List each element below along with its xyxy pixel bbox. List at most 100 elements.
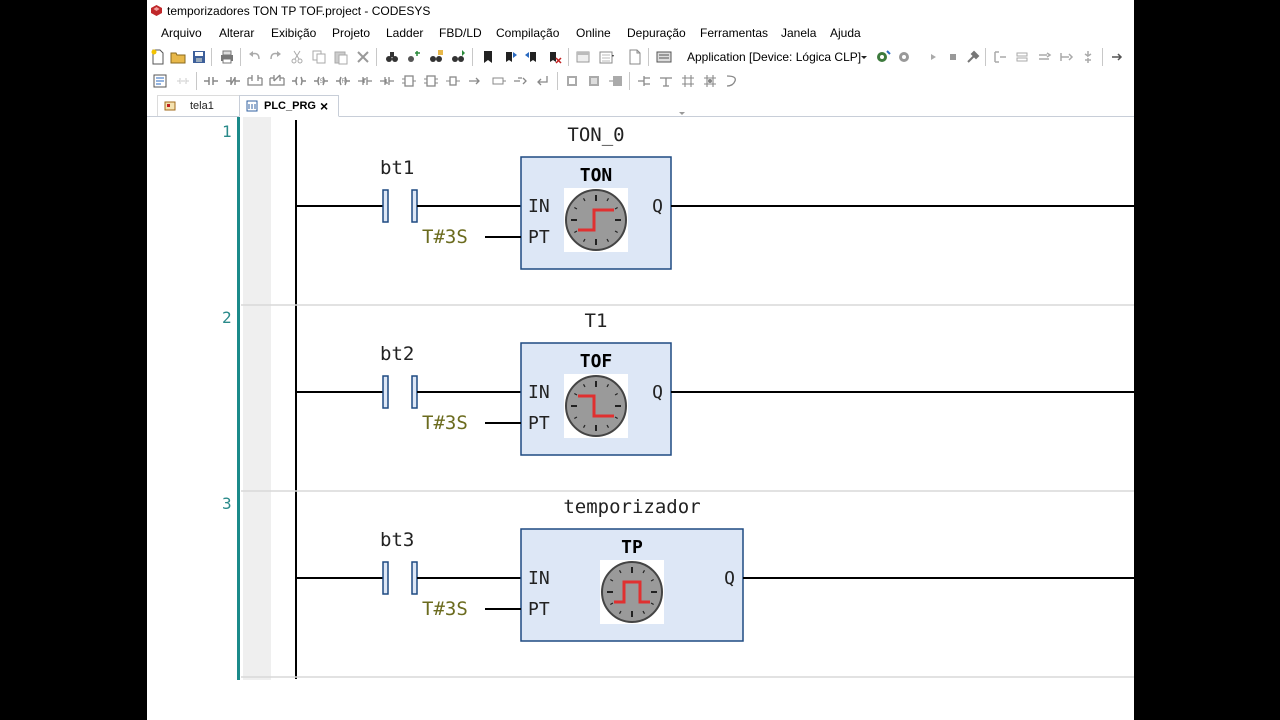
step-over-icon[interactable] bbox=[992, 49, 1008, 65]
insert-object-icon[interactable] bbox=[599, 49, 615, 65]
previous-bookmark-icon[interactable] bbox=[524, 49, 540, 65]
insert-parallel-negated-icon[interactable] bbox=[269, 73, 285, 89]
breakpoint-settings-icon[interactable] bbox=[1080, 49, 1096, 65]
insert-label-icon[interactable] bbox=[491, 73, 507, 89]
redo-icon[interactable] bbox=[267, 49, 283, 65]
insert-return-icon[interactable] bbox=[535, 73, 551, 89]
active-application-select[interactable]: Application [Device: Lógica CLP] bbox=[687, 48, 861, 66]
insert-branch-start-icon[interactable] bbox=[564, 73, 580, 89]
logout-icon[interactable] bbox=[897, 49, 913, 65]
menu-compilacao[interactable]: Compilação bbox=[496, 26, 559, 40]
menu-bar: Arquivo Alterar Exibição Projeto Ladder … bbox=[147, 22, 1134, 44]
paste-icon[interactable] bbox=[333, 49, 349, 65]
menu-online[interactable]: Online bbox=[576, 26, 611, 40]
insert-branch-end-icon[interactable] bbox=[586, 73, 602, 89]
tab-plc-prg[interactable]: PLC_PRG × bbox=[239, 95, 339, 117]
standard-toolbar: Application [Device: Lógica CLP] bbox=[147, 45, 1134, 69]
function-block-ton[interactable]: TON IN PT Q bbox=[520, 156, 672, 270]
menu-exibicao[interactable]: Exibição bbox=[271, 26, 316, 40]
rung-1[interactable]: 1 bt1 TON_0 TON IN PT Q T#3S bbox=[222, 122, 1134, 270]
tab-tela1[interactable]: tela1 bbox=[157, 95, 241, 116]
chevron-down-icon[interactable] bbox=[859, 49, 869, 65]
contact-bt3[interactable] bbox=[382, 561, 418, 595]
insert-falling-edge-icon[interactable] bbox=[379, 73, 395, 89]
undo-icon[interactable] bbox=[247, 49, 263, 65]
find-icon[interactable] bbox=[384, 49, 400, 65]
menu-projeto[interactable]: Projeto bbox=[332, 26, 370, 40]
tab-label: PLC_PRG bbox=[264, 100, 316, 112]
input-pt-label: PT bbox=[528, 413, 550, 434]
window-title: temporizadores TON TP TOF.project - CODE… bbox=[167, 4, 431, 18]
new-file-icon[interactable] bbox=[150, 49, 166, 65]
close-tab-icon[interactable]: × bbox=[320, 96, 328, 116]
network-icon[interactable] bbox=[152, 73, 168, 89]
insert-box-en-icon[interactable] bbox=[423, 73, 439, 89]
insert-set-coil-icon[interactable]: S bbox=[313, 73, 329, 89]
next-bookmark-icon[interactable] bbox=[502, 49, 518, 65]
function-block-tof[interactable]: TOF IN PT Q bbox=[520, 342, 672, 456]
set-output-icon[interactable] bbox=[636, 73, 652, 89]
rung-2[interactable]: 2 bt2 T1 TOF IN PT Q T#3S bbox=[222, 308, 1134, 456]
open-folder-icon[interactable] bbox=[170, 49, 186, 65]
login-icon[interactable] bbox=[875, 49, 891, 65]
find-all-icon[interactable] bbox=[428, 49, 444, 65]
output-q-label: Q bbox=[652, 382, 663, 403]
force-values-icon[interactable] bbox=[1109, 49, 1125, 65]
stop-icon[interactable] bbox=[945, 49, 961, 65]
reset-icon[interactable] bbox=[965, 49, 981, 65]
menu-ferramentas[interactable]: Ferramentas bbox=[700, 26, 768, 40]
insert-negated-contact-icon[interactable] bbox=[225, 73, 241, 89]
contact-bt2[interactable] bbox=[382, 375, 418, 409]
insert-input-icon[interactable] bbox=[467, 73, 483, 89]
menu-ladder[interactable]: Ladder bbox=[386, 26, 423, 40]
negate-icon[interactable] bbox=[680, 73, 696, 89]
insert-jump-icon[interactable] bbox=[513, 73, 529, 89]
clear-bookmarks-icon[interactable] bbox=[546, 49, 562, 65]
delete-icon[interactable] bbox=[355, 49, 371, 65]
insert-reset-coil-icon[interactable]: R bbox=[335, 73, 351, 89]
bookmark-icon[interactable] bbox=[480, 49, 496, 65]
ladder-editor[interactable]: 1 bt1 TON_0 TON IN PT Q T#3S 2 bt2 T1 TOF IN PT Q T#3S 3… bbox=[147, 117, 1134, 720]
insert-empty-box-icon[interactable] bbox=[401, 73, 417, 89]
insert-rising-edge-icon[interactable] bbox=[357, 73, 373, 89]
title-bar: temporizadores TON TP TOF.project - CODE… bbox=[147, 0, 1134, 22]
ton-clock-icon bbox=[564, 188, 628, 252]
function-block-tp[interactable]: TP IN PT Q bbox=[520, 528, 744, 642]
step-into-icon[interactable] bbox=[1014, 49, 1030, 65]
contact-variable: bt1 bbox=[380, 157, 414, 179]
start-icon[interactable] bbox=[925, 49, 941, 65]
block-instance-name: temporizador bbox=[563, 496, 700, 518]
cut-icon[interactable] bbox=[289, 49, 305, 65]
run-to-cursor-icon[interactable] bbox=[1058, 49, 1074, 65]
contact-bt1[interactable] bbox=[382, 189, 418, 223]
menu-fbd-ld[interactable]: FBD/LD bbox=[439, 26, 482, 40]
insert-parallel-branch-icon[interactable] bbox=[608, 73, 624, 89]
insert-assignment-icon[interactable] bbox=[445, 73, 461, 89]
menu-depuracao[interactable]: Depuração bbox=[627, 26, 686, 40]
input-in-label: IN bbox=[528, 568, 550, 589]
insert-contact-icon[interactable] bbox=[203, 73, 219, 89]
print-icon[interactable] bbox=[219, 49, 235, 65]
find-in-project-icon[interactable] bbox=[450, 49, 466, 65]
set-reset-icon[interactable] bbox=[724, 73, 740, 89]
rung-3[interactable]: 3 bt3 temporizador TP IN PT Q T#3S bbox=[222, 494, 1134, 642]
edge-detection-icon[interactable] bbox=[702, 73, 718, 89]
contact-left-bar bbox=[382, 561, 389, 595]
device-icon[interactable] bbox=[656, 49, 672, 65]
rung-number: 2 bbox=[222, 308, 232, 327]
insert-parallel-contact-icon[interactable] bbox=[247, 73, 263, 89]
insert-coil-icon[interactable] bbox=[291, 73, 307, 89]
step-out-icon[interactable] bbox=[1036, 49, 1052, 65]
window-icon[interactable] bbox=[575, 49, 591, 65]
menu-janela[interactable]: Janela bbox=[781, 26, 816, 40]
properties-icon[interactable] bbox=[627, 49, 643, 65]
menu-arquivo[interactable]: Arquivo bbox=[161, 26, 202, 40]
menu-ajuda[interactable]: Ajuda bbox=[830, 26, 861, 40]
menu-alterar[interactable]: Alterar bbox=[219, 26, 254, 40]
contact-right-bar bbox=[411, 375, 418, 409]
block-type: TON bbox=[580, 165, 613, 186]
set-branch-start-icon[interactable] bbox=[658, 73, 674, 89]
find-replace-icon[interactable] bbox=[406, 49, 422, 65]
copy-icon[interactable] bbox=[311, 49, 327, 65]
save-icon[interactable] bbox=[191, 49, 207, 65]
